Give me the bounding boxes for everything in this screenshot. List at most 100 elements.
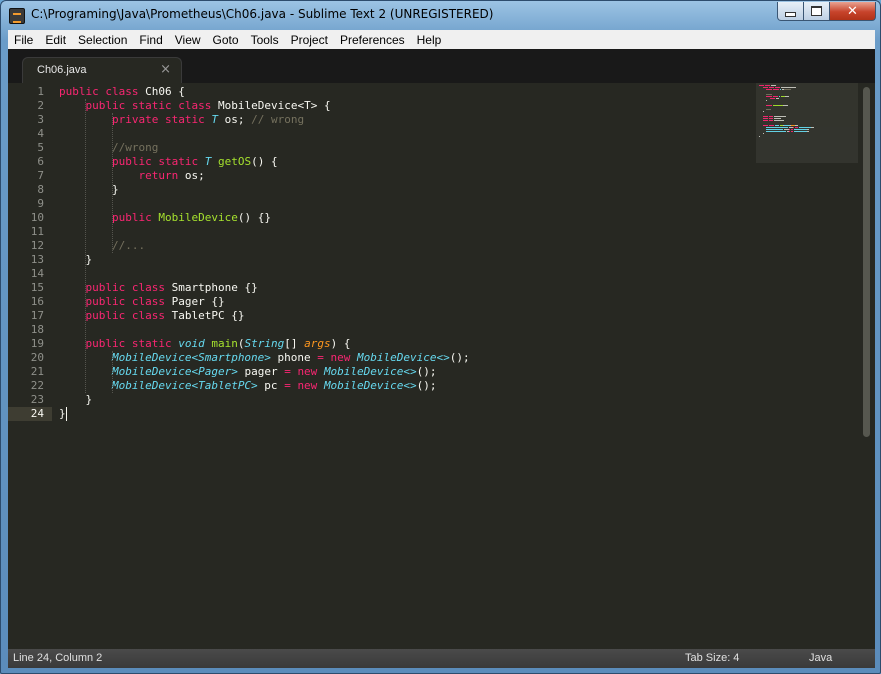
code-line[interactable]: public class Smartphone {} [59, 281, 258, 295]
menu-goto[interactable]: Goto [207, 33, 245, 47]
code-line[interactable]: //... [59, 239, 145, 253]
code-line[interactable]: } [59, 183, 119, 197]
minimap-mark [794, 129, 807, 130]
menu-selection[interactable]: Selection [72, 33, 133, 47]
tab-bar: Ch06.java × [8, 49, 875, 83]
minimap-mark [768, 118, 774, 119]
code-token: class [105, 85, 139, 98]
menu-tools-label: Tools [250, 32, 279, 47]
minimap-mark [759, 85, 765, 86]
code-token: MobileDevice<T> { [211, 99, 331, 112]
code-line[interactable]: } [59, 393, 92, 407]
menu-file-label: File [14, 32, 34, 47]
minimap-mark [790, 129, 794, 130]
menu-tools[interactable]: Tools [245, 33, 285, 47]
minimap-mark [772, 104, 784, 106]
menu-file[interactable]: File [8, 33, 39, 47]
code-token: public [85, 99, 126, 112]
menu-find-label: Find [139, 32, 163, 47]
window-title: C:\Programing\Java\Prometheus\Ch06.java … [31, 7, 494, 21]
minimap-mark [774, 115, 786, 117]
minimap-mark [768, 87, 775, 89]
code-token: = [317, 351, 324, 364]
minimap-mark [766, 129, 784, 130]
minimap-mark [766, 104, 772, 106]
line-number: 11 [30, 225, 44, 238]
menu-preferences-label: Preferences [339, 32, 405, 47]
sublime-app-icon[interactable] [9, 8, 25, 24]
code-line[interactable]: public static T getOS() { [59, 155, 278, 169]
code-token: //wrong [111, 141, 159, 154]
code-token: = [284, 365, 291, 378]
status-bar: Line 24, Column 2 Tab Size: 4 Java [8, 649, 875, 668]
minimap-mark [762, 115, 768, 117]
close-button[interactable]: ✕ [830, 2, 876, 21]
minimap[interactable] [756, 83, 858, 163]
code-token: static [131, 337, 172, 350]
code-token: Smartphone {} [165, 281, 258, 294]
code-token: MobileDevice<> [323, 365, 417, 378]
code-line[interactable]: MobileDevice<TabletPC> pc = new MobileDe… [59, 379, 437, 393]
code-line[interactable]: public static class MobileDevice<T> { [59, 99, 331, 113]
minimap-mark [766, 96, 772, 97]
menu-view[interactable]: View [169, 33, 207, 47]
menu-goto-label: Goto [212, 32, 239, 47]
code-token: MobileDevice<> [323, 379, 417, 392]
minimap-mark [768, 115, 774, 117]
vertical-scrollbar[interactable] [859, 83, 875, 649]
tab-ch06-java[interactable]: Ch06.java × [22, 57, 182, 83]
minimap-mark [762, 120, 768, 122]
code-line[interactable]: public class TabletPC {} [59, 309, 245, 323]
minimap-mark [762, 124, 768, 126]
code-token: () {} [237, 211, 271, 224]
title-bar[interactable]: C:\Programing\Java\Prometheus\Ch06.java … [1, 1, 880, 30]
tab-size-indicator[interactable]: Tab Size: 4 [685, 652, 739, 664]
close-icon: ✕ [847, 3, 858, 19]
code-line[interactable]: MobileDevice<Pager> pager = new MobileDe… [59, 365, 437, 379]
code-token: String [244, 337, 285, 350]
menu-project[interactable]: Project [285, 33, 334, 47]
tab-close-icon[interactable]: × [160, 62, 171, 77]
menu-bar: File Edit Selection Find View Goto Tools… [8, 30, 875, 49]
cursor-position: Line 24, Column 2 [13, 652, 103, 664]
code-line[interactable]: MobileDevice<Smartphone> phone = new Mob… [59, 351, 470, 365]
code-area[interactable]: public class Ch06 { public static class … [59, 83, 749, 649]
menu-find[interactable]: Find [133, 33, 168, 47]
minimap-mark [766, 89, 773, 91]
code-line[interactable]: } [59, 253, 92, 267]
code-line[interactable]: public static void main(String[] args) { [59, 337, 351, 351]
code-line[interactable]: public MobileDevice() {} [59, 211, 271, 225]
code-line[interactable]: public class Pager {} [59, 295, 225, 309]
minimap-mark [766, 93, 773, 95]
code-token: (); [449, 351, 470, 364]
code-line[interactable]: return os; [59, 169, 205, 183]
minimap-mark [798, 126, 812, 128]
minimap-mark [794, 131, 807, 133]
code-line[interactable]: } [59, 407, 66, 421]
code-token: new [330, 351, 351, 364]
syntax-indicator[interactable]: Java [809, 652, 832, 664]
code-token: os; [178, 169, 205, 182]
line-number: 10 [30, 211, 44, 224]
code-token: T [211, 113, 218, 126]
menu-preferences[interactable]: Preferences [334, 33, 411, 47]
line-number: 8 [37, 183, 44, 196]
minimap-mark [785, 96, 789, 97]
code-line[interactable]: private static T os; // wrong [59, 113, 304, 127]
menu-help[interactable]: Help [411, 33, 448, 47]
scrollbar-thumb[interactable] [863, 87, 870, 437]
line-number: 12 [30, 239, 44, 252]
code-token: (); [416, 365, 437, 378]
code-editor[interactable]: 1 2 3 4 5 6 7 8 9 10 11 12 13 14 15 16 17 18 19 20 21 22 23 24 … [8, 83, 875, 649]
code-token: // wrong [251, 113, 305, 126]
maximize-button[interactable] [804, 2, 830, 21]
menu-edit[interactable]: Edit [39, 33, 72, 47]
code-token: phone [270, 351, 318, 364]
code-line[interactable]: //wrong [59, 141, 158, 155]
code-line[interactable]: public class Ch06 { [59, 85, 185, 99]
minimize-button[interactable] [777, 2, 804, 21]
